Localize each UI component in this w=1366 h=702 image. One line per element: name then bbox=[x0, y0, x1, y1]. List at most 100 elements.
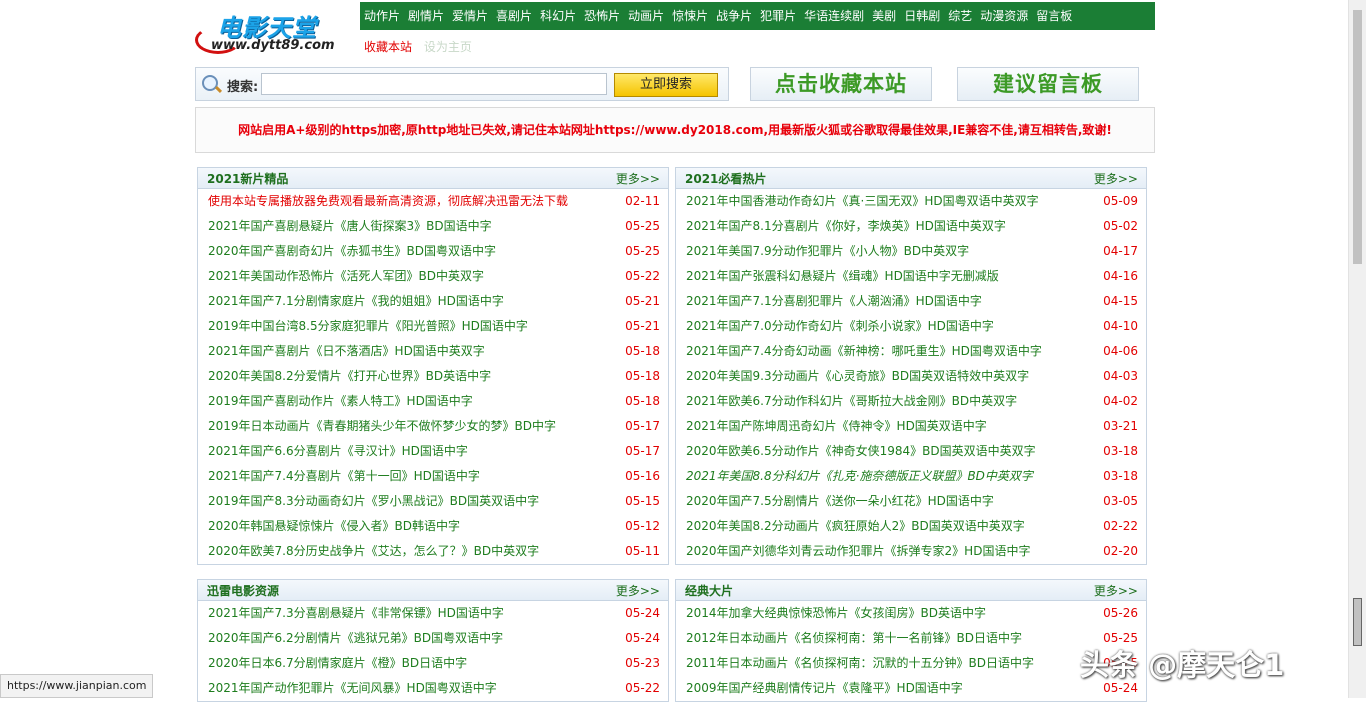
scrollbar-thumb-secondary[interactable] bbox=[1353, 598, 1362, 646]
movie-link[interactable]: 2021年美国动作恐怖片《活死人军团》BD中英双字 bbox=[208, 264, 484, 289]
movie-link[interactable]: 2021年国产张震科幻悬疑片《缉魂》HD国语中字无删减版 bbox=[686, 264, 999, 289]
movie-list-item: 2021年美国7.9分动作犯罪片《小人物》BD中英双字 04-17 bbox=[676, 239, 1146, 264]
movie-date: 05-24 bbox=[625, 606, 660, 620]
movie-link[interactable]: 2021年国产7.3分喜剧悬疑片《非常保镖》HD国语中字 bbox=[208, 601, 504, 626]
movie-date: 05-26 bbox=[1103, 606, 1138, 620]
movie-list-item: 2021年国产7.3分喜剧悬疑片《非常保镖》HD国语中字 05-24 bbox=[198, 601, 668, 626]
movie-date: 04-03 bbox=[1103, 369, 1138, 383]
search-input[interactable] bbox=[261, 73, 607, 95]
movie-date: 05-18 bbox=[625, 344, 660, 358]
movie-link[interactable]: 2021年国产6.6分喜剧片《寻汉计》HD国语中字 bbox=[208, 439, 468, 464]
bookmark-link[interactable]: 收藏本站 bbox=[364, 40, 412, 54]
movie-list-item: 2021年国产7.4分喜剧片《第十一回》HD国语中字 05-16 bbox=[198, 464, 668, 489]
movie-list-item: 2021年中国香港动作奇幻片《真·三国无双》HD国粤双语中英双字 05-09 bbox=[676, 189, 1146, 214]
more-link[interactable]: 更多>> bbox=[616, 170, 660, 187]
set-homepage-link[interactable]: 设为主页 bbox=[424, 40, 472, 54]
movie-link[interactable]: 2021年国产7.1分剧情家庭片《我的姐姐》HD国语中字 bbox=[208, 289, 504, 314]
movie-link[interactable]: 2021年国产8.1分喜剧片《你好，李焕英》HD国语中英双字 bbox=[686, 214, 1006, 239]
movie-list-item: 2012年日本动画片《名侦探柯南：第十一名前锋》BD日语中字 05-25 bbox=[676, 626, 1146, 651]
nav-item[interactable]: 留言板 bbox=[1032, 2, 1076, 30]
movie-link[interactable]: 2019年国产8.3分动画奇幻片《罗小黑战记》BD国英双语中字 bbox=[208, 489, 539, 514]
movie-list-item: 2021年国产6.6分喜剧片《寻汉计》HD国语中字 05-17 bbox=[198, 439, 668, 464]
movie-list-item: 2021年国产喜剧片《日不落酒店》HD国语中英双字 05-18 bbox=[198, 339, 668, 364]
scrollbar-thumb[interactable] bbox=[1353, 10, 1362, 264]
nav-item[interactable]: 惊悚片 bbox=[668, 2, 712, 30]
movie-link[interactable]: 2021年美国7.9分动作犯罪片《小人物》BD中英双字 bbox=[686, 239, 969, 264]
guestbook-button[interactable]: 建议留言板 bbox=[957, 67, 1139, 101]
movie-link[interactable]: 2020年国产喜剧奇幻片《赤狐书生》BD国粤双语中字 bbox=[208, 239, 496, 264]
nav-item[interactable]: 战争片 bbox=[712, 2, 756, 30]
movie-list-item: 2021年国产7.1分剧情家庭片《我的姐姐》HD国语中字 05-21 bbox=[198, 289, 668, 314]
movie-link[interactable]: 2020年国产6.2分剧情片《逃狱兄弟》BD国粤双语中字 bbox=[208, 626, 503, 651]
movie-list-item: 2021年国产喜剧悬疑片《唐人街探案3》BD国语中字 05-25 bbox=[198, 214, 668, 239]
more-link[interactable]: 更多>> bbox=[1094, 170, 1138, 187]
search-button[interactable]: 立即搜索 bbox=[614, 73, 718, 97]
movie-list-item: 2021年美国8.8分科幻片《扎克·施奈德版正义联盟》BD中英双字 03-18 bbox=[676, 464, 1146, 489]
movie-link[interactable]: 2021年国产喜剧悬疑片《唐人街探案3》BD国语中字 bbox=[208, 214, 492, 239]
movie-link[interactable]: 2021年中国香港动作奇幻片《真·三国无双》HD国粤双语中英双字 bbox=[686, 189, 1039, 214]
nav-item[interactable]: 动作片 bbox=[360, 2, 404, 30]
movie-link[interactable]: 2021年国产喜剧片《日不落酒店》HD国语中英双字 bbox=[208, 339, 485, 364]
movie-date: 05-22 bbox=[625, 269, 660, 283]
movie-link[interactable]: 2020年国产刘德华刘青云动作犯罪片《拆弹专家2》HD国语中字 bbox=[686, 539, 1030, 564]
movie-link[interactable]: 2020年韩国悬疑惊悚片《侵入者》BD韩语中字 bbox=[208, 514, 460, 539]
movie-list-item: 2009年国产经典剧情传记片《袁隆平》HD国语中字 05-24 bbox=[676, 676, 1146, 701]
movie-link[interactable]: 2021年国产7.0分动作奇幻片《刺杀小说家》HD国语中字 bbox=[686, 314, 994, 339]
movie-link[interactable]: 2011年日本动画片《名侦探柯南：沉默的十五分钟》BD日语中字 bbox=[686, 651, 1034, 676]
nav-item[interactable]: 喜剧片 bbox=[492, 2, 536, 30]
movie-date: 05-17 bbox=[625, 419, 660, 433]
collect-site-button[interactable]: 点击收藏本站 bbox=[750, 67, 932, 101]
movie-link[interactable]: 2020年美国8.2分爱情片《打开心世界》BD英语中字 bbox=[208, 364, 491, 389]
movie-link[interactable]: 2019年日本动画片《青春期猪头少年不做怀梦少女的梦》BD中字 bbox=[208, 414, 556, 439]
nav-item[interactable]: 犯罪片 bbox=[756, 2, 800, 30]
movie-link[interactable]: 2020年国产7.5分剧情片《送你一朵小红花》HD国语中字 bbox=[686, 489, 994, 514]
movie-link[interactable]: 2021年国产7.4分喜剧片《第十一回》HD国语中字 bbox=[208, 464, 480, 489]
movie-link[interactable]: 2019年中国台湾8.5分家庭犯罪片《阳光普照》HD国语中字 bbox=[208, 314, 528, 339]
movie-link[interactable]: 2021年国产7.4分奇幻动画《新神榜：哪吒重生》HD国粤双语中字 bbox=[686, 339, 1042, 364]
movie-date: 04-17 bbox=[1103, 244, 1138, 258]
nav-item[interactable]: 华语连续剧 bbox=[800, 2, 868, 30]
movie-date: 03-05 bbox=[1103, 494, 1138, 508]
nav-item[interactable]: 剧情片 bbox=[404, 2, 448, 30]
nav-item[interactable]: 科幻片 bbox=[536, 2, 580, 30]
movie-date: 05-25 bbox=[625, 219, 660, 233]
movie-date: 05-09 bbox=[1103, 194, 1138, 208]
movie-link[interactable]: 2021年欧美6.7分动作科幻片《哥斯拉大战金刚》BD中英双字 bbox=[686, 389, 1017, 414]
nav-item[interactable]: 美剧 bbox=[868, 2, 900, 30]
movie-link[interactable]: 使用本站专属播放器免费观看最新高清资源，彻底解决迅雷无法下载 bbox=[208, 189, 568, 214]
movie-date: 05-02 bbox=[1103, 219, 1138, 233]
nav-item[interactable]: 动漫资源 bbox=[976, 2, 1032, 30]
movie-list-item: 2020年韩国悬疑惊悚片《侵入者》BD韩语中字 05-12 bbox=[198, 514, 668, 539]
movie-date: 04-02 bbox=[1103, 394, 1138, 408]
vertical-scrollbar[interactable] bbox=[1348, 0, 1366, 698]
nav-item[interactable]: 动画片 bbox=[624, 2, 668, 30]
site-logo[interactable]: 电影天堂 www.dytt89.com bbox=[195, 4, 357, 56]
nav-item[interactable]: 爱情片 bbox=[448, 2, 492, 30]
movie-link[interactable]: 2021年国产7.1分喜剧犯罪片《人潮汹涌》HD国语中字 bbox=[686, 289, 982, 314]
movie-date: 02-22 bbox=[1103, 519, 1138, 533]
movie-link[interactable]: 2021年美国8.8分科幻片《扎克·施奈德版正义联盟》BD中英双字 bbox=[686, 464, 1033, 489]
more-link[interactable]: 更多>> bbox=[1094, 582, 1138, 599]
movie-link[interactable]: 2009年国产经典剧情传记片《袁隆平》HD国语中字 bbox=[686, 676, 963, 701]
movie-link[interactable]: 2020年美国9.3分动画片《心灵奇旅》BD国英双语特效中英双字 bbox=[686, 364, 1029, 389]
movie-link[interactable]: 2020年日本6.7分剧情家庭片《橙》BD日语中字 bbox=[208, 651, 467, 676]
movie-date: 05-22 bbox=[625, 681, 660, 695]
movie-link[interactable]: 2012年日本动画片《名侦探柯南：第十一名前锋》BD日语中字 bbox=[686, 626, 1022, 651]
movie-link[interactable]: 2020年欧美6.5分动作片《神奇女侠1984》BD国英双语中英双字 bbox=[686, 439, 1036, 464]
movie-list-item: 2020年欧美7.8分历史战争片《艾达，怎么了？》BD中英双字 05-11 bbox=[198, 539, 668, 564]
movie-link[interactable]: 2020年欧美7.8分历史战争片《艾达，怎么了？》BD中英双字 bbox=[208, 539, 539, 564]
movie-link[interactable]: 2021年国产陈坤周迅奇幻片《侍神令》HD国英双语中字 bbox=[686, 414, 987, 439]
main-nav: 动作片 剧情片 爱情片 喜剧片 科幻片 恐怖片 动画片 惊悚片 战争片 犯罪片 华语连续剧 美剧 日韩剧… bbox=[360, 2, 1155, 30]
movie-list: 2014年加拿大经典惊悚恐怖片《女孩闺房》BD英语中字 05-26 2012年日本动… bbox=[676, 601, 1146, 701]
nav-item[interactable]: 综艺 bbox=[944, 2, 976, 30]
movie-link[interactable]: 2021年国产动作犯罪片《无间风暴》HD国粤双语中字 bbox=[208, 676, 497, 701]
nav-item[interactable]: 恐怖片 bbox=[580, 2, 624, 30]
more-link[interactable]: 更多>> bbox=[616, 582, 660, 599]
nav-item[interactable]: 日韩剧 bbox=[900, 2, 944, 30]
movie-link[interactable]: 2020年美国8.2分动画片《疯狂原始人2》BD国英双语中英双字 bbox=[686, 514, 1025, 539]
movie-link[interactable]: 2019年国产喜剧动作片《素人特工》HD国语中字 bbox=[208, 389, 473, 414]
movie-date: 03-18 bbox=[1103, 444, 1138, 458]
movie-date: 05-21 bbox=[625, 319, 660, 333]
movie-link[interactable]: 2014年加拿大经典惊悚恐怖片《女孩闺房》BD英语中字 bbox=[686, 601, 986, 626]
site-notice: 网站启用A+级别的https加密,原http地址已失效,请记住本站网址https… bbox=[195, 107, 1155, 153]
